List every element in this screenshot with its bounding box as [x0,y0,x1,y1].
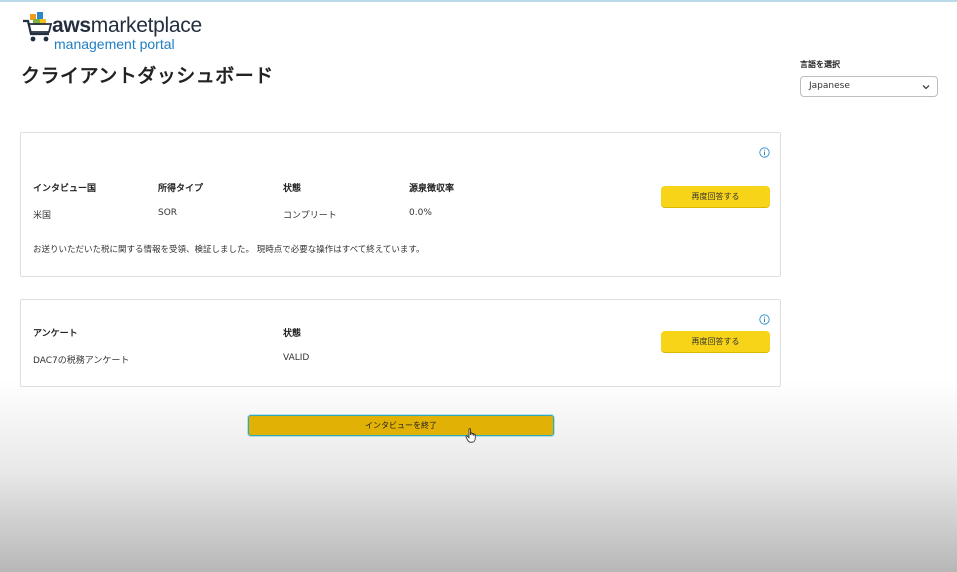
language-selected-value: Japanese [809,81,850,91]
top-accent-line [0,0,957,2]
shopping-cart-logo-icon [23,12,53,42]
value-survey-name: DAC7の税務アンケート [33,356,130,366]
header-interview-country: インタビュー国 [33,184,97,194]
interview-status-card: インタビュー国 所得タイプ 状態 源泉徴収率 米国 SOR コンプリート 0.0… [20,132,781,277]
page-title: クライアントダッシュボード [21,65,274,87]
finish-interview-button[interactable]: インタビューを終了 [248,415,554,436]
retake-interview-button[interactable]: 再度回答する [661,186,770,207]
value-interview-country: 米国 [33,211,52,221]
value-status: コンプリート [283,211,337,221]
header-income-type: 所得タイプ [158,184,204,194]
logo-subtitle: management portal [54,36,175,52]
header-survey: アンケート [33,329,78,339]
language-label: 言語を選択 [800,60,840,69]
chevron-down-icon [922,85,930,90]
retake-survey-button[interactable]: 再度回答する [661,331,770,352]
aws-marketplace-logo[interactable]: awsmarketplace management portal [22,12,202,52]
logo-marketplace: marketplace [90,14,202,37]
value-income-type: SOR [158,208,178,218]
hand-cursor-icon [465,428,476,443]
survey-status-card: アンケート 状態 DAC7の税務アンケート VALID 再度回答する [20,299,781,387]
language-select[interactable]: Japanese [800,76,938,97]
header-withholding-rate: 源泉徴収率 [409,184,455,194]
info-icon[interactable] [759,147,770,158]
value-survey-status: VALID [283,353,310,363]
logo-wordmark: awsmarketplace [52,14,202,38]
completion-message: お送りいただいた税に関する情報を受領、検証しました。 現時点で必要な操作はすべて… [33,245,425,255]
value-withholding-rate: 0.0% [409,208,432,218]
logo-aws: aws [52,14,91,37]
info-icon[interactable] [759,314,770,325]
header-status: 状態 [283,184,302,194]
header-survey-status: 状態 [283,329,302,339]
